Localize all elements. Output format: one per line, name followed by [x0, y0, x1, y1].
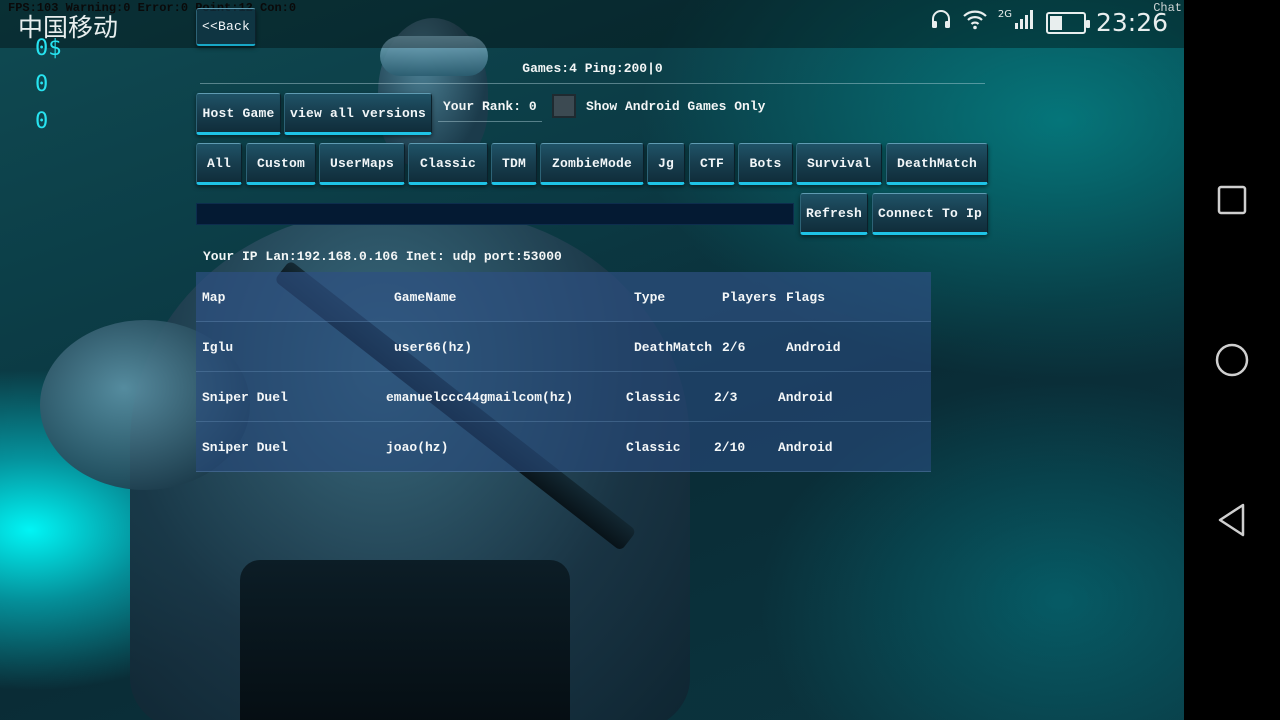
filter-bots-button[interactable]: Bots	[738, 143, 793, 185]
filter-survival-button[interactable]: Survival	[796, 143, 882, 185]
server-table: Map GameName Type Players Flags Iglu use…	[196, 272, 931, 472]
cell-gamename: emanuelccc44gmailcom(hz)	[386, 390, 574, 405]
background-soldier-legs	[240, 560, 570, 720]
header-players: Players	[722, 290, 777, 305]
cell-type: DeathMatch	[634, 340, 713, 355]
table-row[interactable]: Iglu user66(hz) DeathMatch 2/6 Android	[196, 322, 931, 372]
header-gamename: GameName	[394, 290, 457, 305]
filter-all-button[interactable]: All	[196, 143, 242, 185]
battery-level	[1049, 15, 1062, 30]
cell-gamename: user66(hz)	[394, 340, 473, 355]
cell-players: 2/3	[714, 390, 738, 405]
cell-type: Classic	[626, 390, 681, 405]
table-header: Map GameName Type Players Flags	[196, 272, 931, 322]
back-triangle-icon[interactable]	[1212, 500, 1252, 540]
cell-players: 2/10	[714, 440, 746, 455]
wifi-icon	[962, 8, 988, 37]
filter-custom-button[interactable]: Custom	[246, 143, 316, 185]
counter-3: 0	[35, 109, 49, 134]
filter-ctf-button[interactable]: CTF	[689, 143, 735, 185]
cell-players: 2/6	[722, 340, 746, 355]
cell-map: Sniper Duel	[202, 390, 288, 405]
cell-type: Classic	[626, 440, 681, 455]
filter-classic-button[interactable]: Classic	[408, 143, 488, 185]
game-screen: 中国移动 2G 23:26 FPS:103 Warning:0 Error:0 …	[0, 0, 1184, 720]
cell-gamename: joao(hz)	[386, 440, 449, 455]
filter-jg-button[interactable]: Jg	[647, 143, 685, 185]
cell-map: Sniper Duel	[202, 440, 288, 455]
header-flags: Flags	[786, 290, 826, 305]
navigation-bar	[1184, 0, 1280, 720]
chat-label[interactable]: Chat	[1153, 1, 1182, 15]
cell-map: Iglu	[202, 340, 234, 355]
rank-underline	[438, 121, 542, 122]
filter-usermaps-button[interactable]: UserMaps	[319, 143, 405, 185]
header-map: Map	[202, 290, 226, 305]
android-only-checkbox[interactable]	[552, 94, 576, 118]
games-summary: Games:4 Ping:200|0	[522, 61, 663, 76]
connect-to-ip-button[interactable]: Connect To Ip	[872, 193, 988, 235]
money-counter: 0$	[35, 36, 62, 61]
filter-tdm-button[interactable]: TDM	[491, 143, 537, 185]
status-icons: 2G 23:26	[930, 8, 1168, 37]
table-row[interactable]: Sniper Duel emanuelccc44gmailcom(hz) Cla…	[196, 372, 931, 422]
counter-2: 0	[35, 72, 49, 97]
view-all-versions-button[interactable]: view all versions	[284, 93, 432, 135]
filter-deathmatch-button[interactable]: DeathMatch	[886, 143, 988, 185]
header-type: Type	[634, 290, 666, 305]
home-circle-icon[interactable]	[1212, 340, 1252, 380]
filter-zombiemode-button[interactable]: ZombieMode	[540, 143, 644, 185]
battery-icon	[1045, 11, 1090, 34]
divider	[200, 83, 985, 84]
cell-flags: Android	[778, 390, 833, 405]
refresh-button[interactable]: Refresh	[800, 193, 868, 235]
host-game-button[interactable]: Host Game	[196, 93, 281, 135]
your-rank: Your Rank: 0	[443, 99, 537, 114]
signal-icon	[1014, 8, 1036, 37]
android-only-label: Show Android Games Only	[586, 99, 766, 114]
cell-flags: Android	[786, 340, 841, 355]
cell-flags: Android	[778, 440, 833, 455]
ip-info: Your IP Lan:192.168.0.106 Inet: udp port…	[203, 249, 562, 264]
recents-square-icon[interactable]	[1212, 180, 1252, 220]
network-type: 2G	[997, 9, 1012, 20]
back-button[interactable]: <<Back	[196, 8, 256, 46]
headphones-icon	[930, 8, 952, 37]
ip-input[interactable]	[196, 203, 794, 225]
table-row[interactable]: Sniper Duel joao(hz) Classic 2/10 Androi…	[196, 422, 931, 472]
